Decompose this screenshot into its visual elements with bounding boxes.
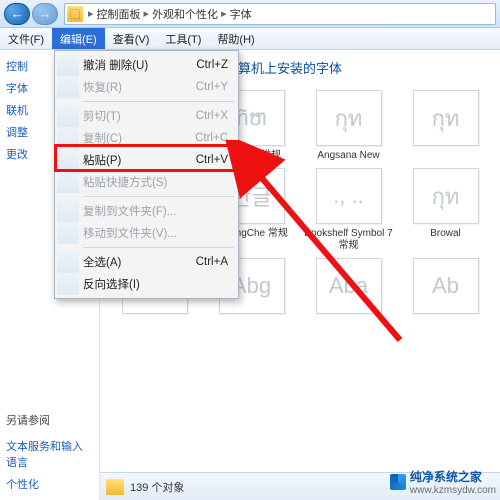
- font-item[interactable]: กุท Angsana New: [302, 90, 395, 162]
- watermark-title: 纯净系统之家: [410, 468, 496, 485]
- menu-separator: [83, 196, 234, 197]
- menu-tools[interactable]: 工具(T): [157, 28, 209, 49]
- font-label: Angsana New: [317, 150, 379, 162]
- font-item[interactable]: กุท: [399, 90, 492, 162]
- watermark-url: www.kzmsydw.com: [410, 485, 496, 496]
- menu-separator: [83, 101, 234, 102]
- menu-file[interactable]: 文件(F): [0, 28, 52, 49]
- menu-invert-selection[interactable]: 反向选择(I): [57, 273, 236, 295]
- see-also-header: 另请参阅: [6, 412, 93, 428]
- menu-select-all[interactable]: 全选(A)Ctrl+A: [57, 251, 236, 273]
- menu-edit[interactable]: 编辑(E): [52, 28, 105, 49]
- watermark: 纯净系统之家 www.kzmsydw.com: [390, 468, 496, 496]
- chevron-right-icon: ▸: [88, 7, 94, 20]
- font-thumb: Aba: [316, 258, 382, 314]
- breadcrumb-1[interactable]: 控制面板: [97, 6, 141, 22]
- edit-menu-dropdown: 撤消 删除(U)Ctrl+Z 恢复(R)Ctrl+Y 剪切(T)Ctrl+X 复…: [54, 50, 239, 299]
- arrow-right-icon: →: [39, 6, 52, 21]
- font-thumb: กุท: [316, 90, 382, 146]
- menu-paste-shortcut[interactable]: 粘贴快捷方式(S): [57, 171, 236, 193]
- breadcrumb-2[interactable]: 外观和个性化: [152, 6, 218, 22]
- font-thumb: กุท: [413, 168, 479, 224]
- menubar: 文件(F) 编辑(E) 查看(V) 工具(T) 帮助(H): [0, 28, 500, 50]
- watermark-logo-icon: [390, 474, 406, 490]
- font-item[interactable]: กุท Browal: [399, 168, 492, 252]
- forward-button[interactable]: →: [32, 3, 58, 25]
- breadcrumb-3[interactable]: 字体: [230, 6, 252, 22]
- menu-copy[interactable]: 复制(C)Ctrl+C: [57, 127, 236, 149]
- menu-redo[interactable]: 恢复(R)Ctrl+Y: [57, 76, 236, 98]
- address-bar[interactable]: ▸ 控制面板 ▸ 外观和个性化 ▸ 字体: [64, 3, 496, 25]
- font-thumb: กุท: [413, 90, 479, 146]
- menu-paste[interactable]: 粘贴(P)Ctrl+V: [57, 149, 236, 171]
- font-label: Browal: [430, 228, 461, 240]
- folder-icon: [106, 479, 124, 495]
- sidebar-see-also: 另请参阅 文本服务和输入语言 个性化: [6, 412, 93, 492]
- back-button[interactable]: ←: [4, 3, 30, 25]
- chevron-right-icon: ▸: [221, 7, 227, 20]
- status-text: 139 个对象: [130, 479, 184, 495]
- menu-help[interactable]: 帮助(H): [209, 28, 262, 49]
- menu-separator: [83, 247, 234, 248]
- menu-view[interactable]: 查看(V): [105, 28, 158, 49]
- menu-cut[interactable]: 剪切(T)Ctrl+X: [57, 105, 236, 127]
- menu-copy-to-folder[interactable]: 复制到文件夹(F)...: [57, 200, 236, 222]
- font-item[interactable]: Aba: [302, 258, 395, 318]
- menu-undo[interactable]: 撤消 删除(U)Ctrl+Z: [57, 54, 236, 76]
- nav-buttons: ← →: [4, 3, 60, 25]
- font-label: Bookshelf Symbol 7 常规: [304, 228, 394, 252]
- font-item[interactable]: ., .. Bookshelf Symbol 7 常规: [302, 168, 395, 252]
- font-item[interactable]: Ab: [399, 258, 492, 318]
- menu-move-to-folder[interactable]: 移动到文件夹(V)...: [57, 222, 236, 244]
- arrow-left-icon: ←: [11, 6, 24, 21]
- folder-icon: [67, 6, 83, 22]
- see-also-link-0[interactable]: 文本服务和输入语言: [6, 438, 93, 470]
- fonts-window: ← → ▸ 控制面板 ▸ 外观和个性化 ▸ 字体 文件(F) 编辑(E) 查看(…: [0, 0, 500, 500]
- font-thumb: ., ..: [316, 168, 382, 224]
- font-thumb: Ab: [413, 258, 479, 314]
- see-also-link-1[interactable]: 个性化: [6, 476, 93, 492]
- titlebar: ← → ▸ 控制面板 ▸ 外观和个性化 ▸ 字体: [0, 0, 500, 28]
- chevron-right-icon: ▸: [144, 7, 150, 20]
